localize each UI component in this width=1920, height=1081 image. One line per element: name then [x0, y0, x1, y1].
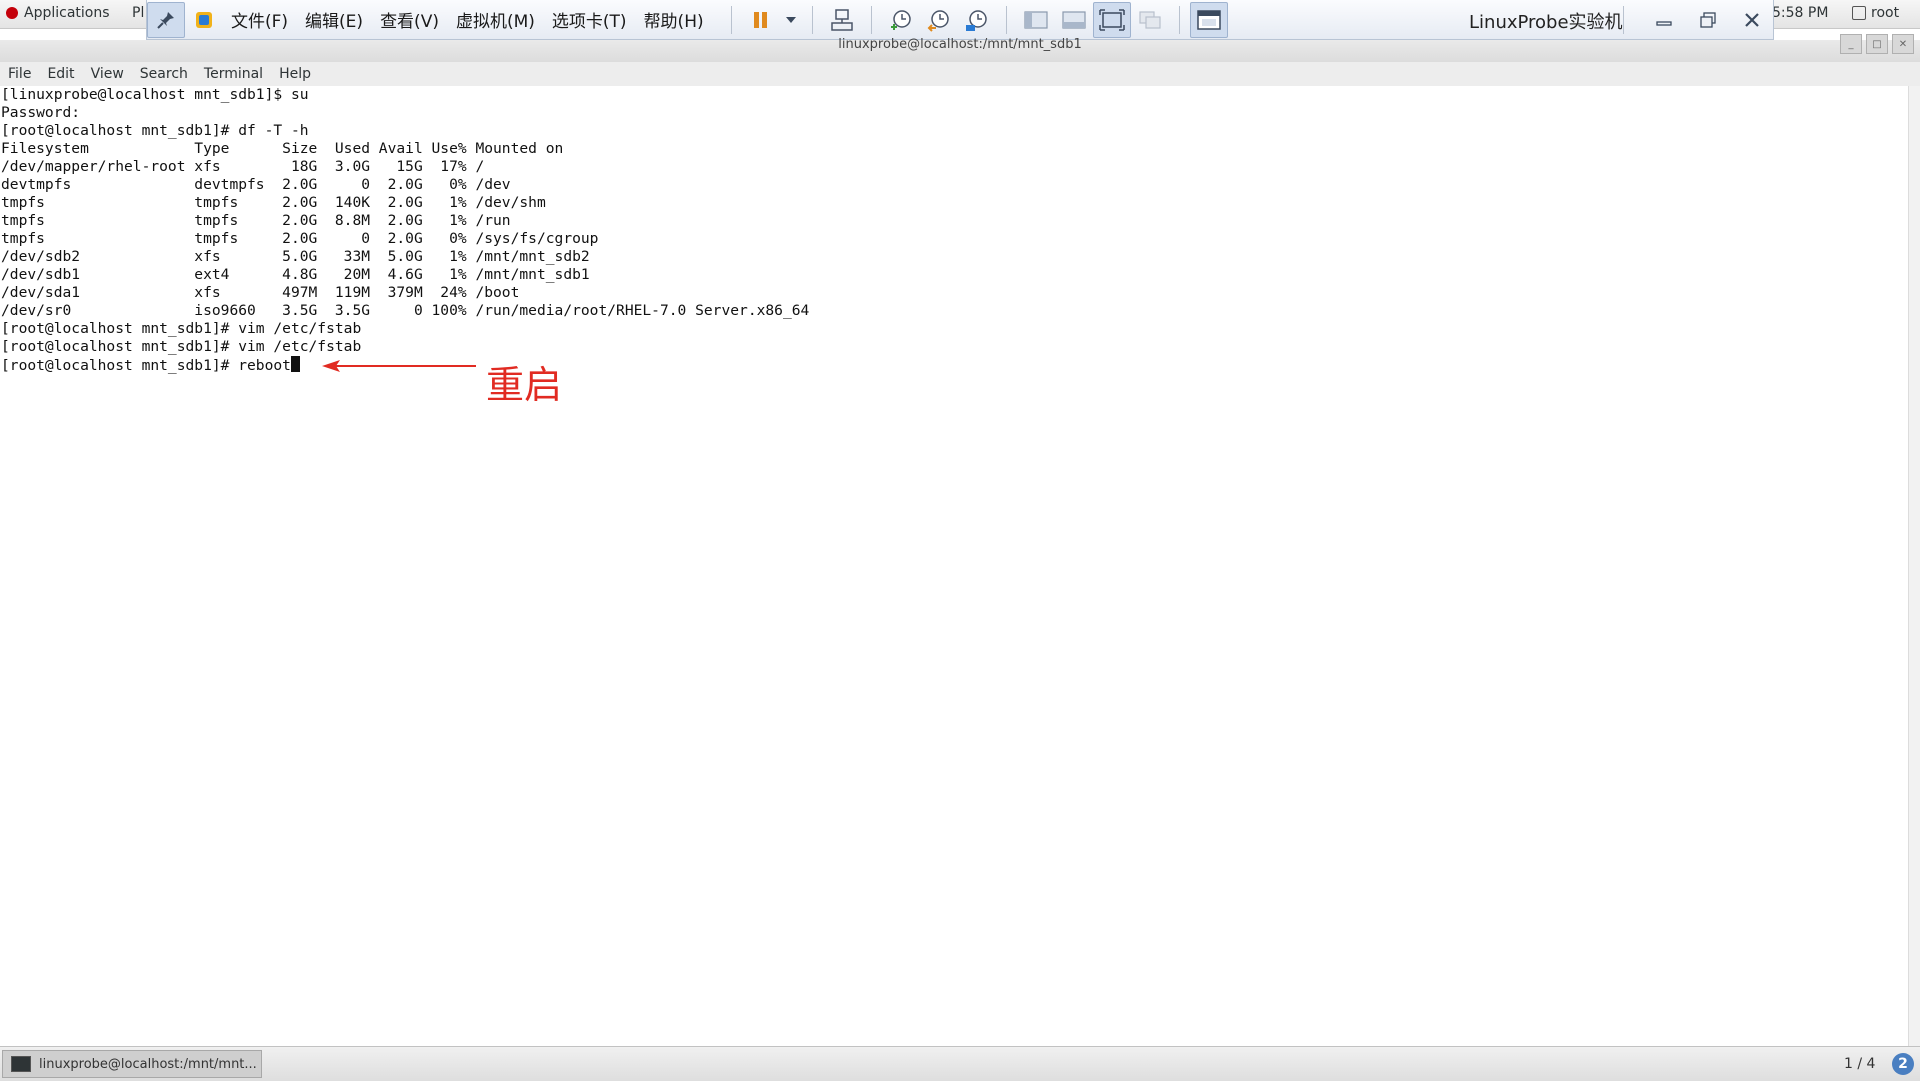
menu-vm[interactable]: 虚拟机(M): [456, 7, 535, 32]
snapshot-button[interactable]: [882, 2, 920, 38]
clock[interactable]: 5:58 PM: [1772, 5, 1828, 21]
terminal-line: [root@localhost mnt_sdb1]# vim /etc/fsta…: [1, 338, 362, 355]
menu-tabs[interactable]: 选项卡(T): [552, 7, 627, 32]
places-menu[interactable]: Pl: [132, 5, 144, 21]
terminal-line: [root@localhost mnt_sdb1]# df -T -h: [1, 122, 309, 139]
terminal-menu-file[interactable]: File: [8, 66, 31, 82]
toolbar-divider: [870, 5, 872, 34]
unity-mode-button[interactable]: [1131, 2, 1169, 38]
terminal-menu-view[interactable]: View: [91, 66, 124, 82]
workspace-indicator[interactable]: 1 / 4: [1844, 1056, 1875, 1072]
console-view-button[interactable]: [1189, 1, 1228, 38]
terminal-line: /dev/sr0 iso9660 3.5G 3.5G 0 100% /run/m…: [1, 302, 810, 319]
redhat-logo-icon: [6, 7, 18, 19]
vm-title: LinuxProbe实验机: [1469, 12, 1623, 33]
bottom-taskbar: linuxprobe@localhost:/mnt/mnt... 1 / 4 2: [0, 1046, 1920, 1081]
thumbnail-layout-icon: [1062, 10, 1086, 29]
terminal-menu-bar: File Edit View Search Terminal Help: [0, 62, 1920, 87]
snapshot-manager-button[interactable]: [958, 2, 996, 38]
revert-snapshot-button[interactable]: [920, 2, 958, 38]
sidebar-layout-icon: [1024, 10, 1048, 29]
applications-menu[interactable]: Applications: [6, 5, 110, 21]
vmware-restore-button[interactable]: [1691, 6, 1725, 34]
close-icon: [1745, 13, 1759, 27]
unity-mode-icon: [1139, 10, 1161, 29]
terminal-close-button[interactable]: ✕: [1892, 34, 1914, 54]
full-screen-button[interactable]: [1092, 1, 1131, 38]
minimize-icon: [1656, 21, 1672, 26]
show-thumbnail-bar-button[interactable]: [1055, 2, 1093, 38]
terminal-menu-search[interactable]: Search: [140, 66, 188, 82]
terminal-line: [linuxprobe@localhost mnt_sdb1]$ su: [1, 86, 309, 103]
terminal-line: /dev/sdb2 xfs 5.0G 33M 5.0G 1% /mnt/mnt_…: [1, 248, 590, 265]
terminal-scrollbar[interactable]: [1908, 86, 1920, 1046]
menu-view[interactable]: 查看(V): [380, 7, 439, 32]
pin-toolbar-button[interactable]: [147, 1, 185, 38]
toolbar-divider: [730, 5, 732, 34]
toolbar-divider: [1005, 5, 1007, 34]
power-dropdown-button[interactable]: [780, 2, 802, 38]
fullscreen-icon: [1098, 8, 1125, 31]
menu-help[interactable]: 帮助(H): [644, 7, 704, 32]
terminal-prompt-line[interactable]: [root@localhost mnt_sdb1]# reboot: [0, 356, 1908, 374]
revert-snapshot-icon: [927, 9, 949, 32]
terminal-current-command: [root@localhost mnt_sdb1]# reboot: [1, 357, 291, 374]
menu-edit[interactable]: 编辑(E): [305, 7, 363, 32]
terminal-icon: [11, 1056, 31, 1072]
terminal-line: devtmpfs devtmpfs 2.0G 0 2.0G 0% /dev: [1, 176, 511, 193]
toolbar-divider: [811, 5, 813, 34]
network-keyboard-icon: [830, 8, 853, 31]
terminal-maximize-button[interactable]: □: [1866, 34, 1888, 54]
snapshot-icon: [890, 9, 911, 30]
terminal-title-bar: linuxprobe@localhost:/mnt/mnt_sdb1: [0, 37, 1920, 62]
user-label: root: [1871, 5, 1900, 21]
terminal-window-controls: _ □ ✕: [1840, 34, 1914, 54]
toolbar-divider: [1623, 6, 1624, 34]
vmware-minimize-button[interactable]: [1647, 6, 1681, 34]
terminal-line: Filesystem Type Size Used Avail Use% Mou…: [1, 140, 564, 157]
menu-file[interactable]: 文件(F): [231, 7, 288, 32]
terminal-line: Password:: [1, 104, 81, 121]
pause-icon: [753, 11, 767, 28]
vmware-logo: [185, 2, 223, 38]
terminal-title: linuxprobe@localhost:/mnt/mnt_sdb1: [838, 37, 1082, 52]
annotation-arrow-icon: [322, 360, 476, 372]
pause-button[interactable]: [742, 2, 780, 38]
terminal-minimize-button[interactable]: _: [1840, 34, 1862, 54]
terminal-line: tmpfs tmpfs 2.0G 0 2.0G 0% /sys/fs/cgrou…: [1, 230, 599, 247]
terminal-menu-edit[interactable]: Edit: [47, 66, 74, 82]
restore-icon: [1700, 12, 1716, 28]
taskbar-item-label: linuxprobe@localhost:/mnt/mnt...: [39, 1056, 257, 1072]
terminal-menu-help[interactable]: Help: [279, 66, 311, 82]
terminal-line: [root@localhost mnt_sdb1]# vim /etc/fsta…: [1, 320, 362, 337]
toolbar-divider: [1178, 5, 1180, 34]
message-tray-icon[interactable]: 2: [1892, 1053, 1914, 1075]
pin-icon: [157, 11, 174, 29]
vmware-toolbar: 文件(F) 编辑(E) 查看(V) 虚拟机(M) 选项卡(T) 帮助(H) Li…: [146, 0, 1774, 40]
terminal-output[interactable]: [linuxprobe@localhost mnt_sdb1]$ su Pass…: [0, 86, 1908, 1046]
annotation-label: 重启: [486, 363, 563, 407]
show-library-button[interactable]: [1017, 2, 1055, 38]
vmware-menu-bar: 文件(F) 编辑(E) 查看(V) 虚拟机(M) 选项卡(T) 帮助(H): [231, 7, 721, 32]
chevron-down-icon: [785, 16, 796, 23]
terminal-line: /dev/mapper/rhel-root xfs 18G 3.0G 15G 1…: [1, 158, 485, 175]
console-view-icon: [1196, 9, 1221, 30]
send-ctrl-alt-del-button[interactable]: [823, 2, 861, 38]
terminal-line: tmpfs tmpfs 2.0G 140K 2.0G 1% /dev/shm: [1, 194, 546, 211]
snapshot-manager-icon: [965, 9, 987, 31]
taskbar-item-terminal[interactable]: linuxprobe@localhost:/mnt/mnt...: [2, 1050, 262, 1078]
terminal-line: /dev/sdb1 ext4 4.8G 20M 4.6G 1% /mnt/mnt…: [1, 266, 590, 283]
applications-label: Applications: [24, 5, 110, 21]
user-menu[interactable]: root: [1852, 5, 1899, 21]
terminal-line: tmpfs tmpfs 2.0G 8.8M 2.0G 1% /run: [1, 212, 511, 229]
terminal-line: /dev/sda1 xfs 497M 119M 379M 24% /boot: [1, 284, 520, 301]
text-cursor: [290, 356, 300, 372]
user-icon: [1852, 6, 1866, 20]
vmware-logo-icon: [196, 11, 212, 28]
terminal-menu-terminal[interactable]: Terminal: [204, 66, 263, 82]
vmware-close-button[interactable]: [1735, 6, 1769, 34]
